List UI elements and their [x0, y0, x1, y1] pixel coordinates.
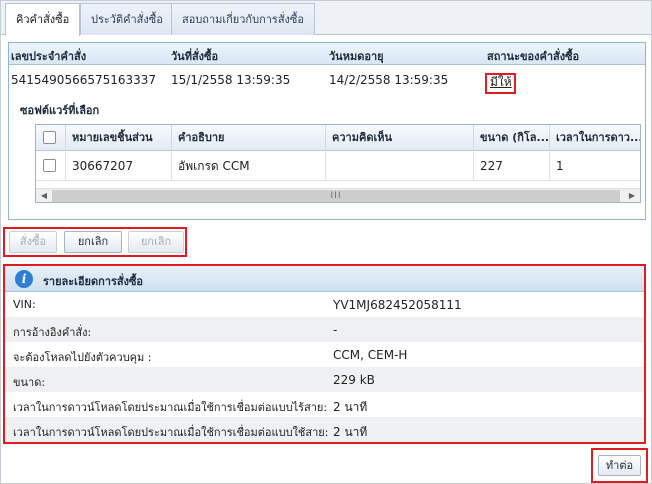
select-all-cell: [36, 125, 66, 151]
continue-button-group: ทำต่อ: [591, 448, 648, 483]
detail-value: 229 kB: [333, 373, 375, 387]
part-number: 30667207: [66, 151, 172, 181]
header-order-date[interactable]: วันที่สั่งซื้อ: [171, 47, 218, 65]
header-order-status[interactable]: สถานะของคำสั่งซื้อ: [487, 47, 579, 65]
order-date: 15/1/2558 13:59:35: [171, 73, 291, 87]
header-size[interactable]: ขนาด (กิโล...: [474, 125, 550, 151]
detail-value: 2 นาที: [333, 400, 368, 414]
header-part-number[interactable]: หมายเลขชิ้นส่วน: [66, 125, 172, 151]
detail-row-wireless-time: เวลาในการดาวน์โหลดโดยประมาณเมื่อใช้การเช…: [5, 392, 644, 417]
scroll-right-icon[interactable]: ▶: [625, 190, 639, 202]
horizontal-scrollbar[interactable]: ◀ III ▶: [36, 188, 640, 202]
tab-order-history[interactable]: ประวัติคำสั่งซื้อ: [80, 3, 174, 35]
order-window: คิวคำสั่งซื้อ ประวัติคำสั่งซื้อ สอบถามเก…: [0, 0, 652, 484]
header-order-id[interactable]: เลขประจำคำสั่ง: [11, 47, 86, 65]
order-details-title: รายละเอียดการสั่งซื้อ: [43, 275, 144, 288]
order-table-header: เลขประจำคำสั่ง วันที่สั่งซื้อ วันหมดอายุ…: [9, 43, 645, 65]
size: 227: [474, 151, 550, 181]
header-expiry-date[interactable]: วันหมดอายุ: [329, 47, 384, 65]
cancel-button[interactable]: ยกเลิก: [64, 231, 122, 253]
tab-order-inquiry[interactable]: สอบถามเกี่ยวกับการสั่งซื้อ: [171, 3, 315, 35]
header-description[interactable]: คำอธิบาย: [172, 125, 326, 151]
detail-label: เวลาในการดาวน์โหลดโดยประมาณเมื่อใช้การเช…: [13, 401, 328, 414]
action-buttons-group: สั่งซื้อ ยกเลิก ยกเลิก: [3, 227, 187, 257]
software-row[interactable]: 30667207 อัพเกรด CCM 227 1: [36, 151, 640, 181]
detail-label: จะต้องโหลดไปยังตัวควบคุม :: [13, 351, 152, 364]
info-icon: i: [15, 270, 33, 288]
tab-bar: คิวคำสั่งซื้อ ประวัติคำสั่งซื้อ สอบถามเก…: [1, 1, 651, 36]
detail-label: การอ้างอิงคำสั่ง:: [13, 326, 92, 339]
order-row[interactable]: 5415490566575163337 15/1/2558 13:59:35 1…: [9, 65, 645, 93]
scroll-thumb[interactable]: III: [52, 190, 620, 202]
row-checkbox[interactable]: [43, 159, 56, 172]
detail-row-controllers: จะต้องโหลดไปยังตัวควบคุม : CCM, CEM-H: [5, 342, 644, 367]
detail-value: YV1MJ682452058111: [333, 298, 462, 312]
detail-row-vin: VIN: YV1MJ682452058111: [5, 292, 644, 317]
expiry-date: 14/2/2558 13:59:35: [329, 73, 449, 87]
order-details-header: i รายละเอียดการสั่งซื้อ: [5, 266, 644, 292]
detail-value: CCM, CEM-H: [333, 348, 408, 362]
cancel-all-button[interactable]: ยกเลิก: [128, 231, 184, 253]
detail-row-size: ขนาด: 229 kB: [5, 367, 644, 392]
detail-label: เวลาในการดาวน์โหลดโดยประมาณเมื่อใช้การเช…: [13, 426, 329, 439]
header-download-time[interactable]: เวลาในการดาว...: [550, 125, 640, 151]
row-select-cell: [36, 151, 66, 181]
download-time: 1: [556, 159, 564, 173]
software-grid-header: หมายเลขชิ้นส่วน คำอธิบาย ความคิดเห็น ขนา…: [36, 125, 640, 151]
tab-order-queue[interactable]: คิวคำสั่งซื้อ: [5, 3, 81, 36]
detail-value: 2 นาที: [333, 425, 368, 439]
header-comment[interactable]: ความคิดเห็น: [326, 125, 474, 151]
comment: [326, 151, 474, 181]
order-id: 5415490566575163337: [11, 73, 157, 87]
detail-label: ขนาด:: [13, 376, 46, 389]
order-button[interactable]: สั่งซื้อ: [9, 231, 57, 253]
order-details-panel: i รายละเอียดการสั่งซื้อ VIN: YV1MJ682452…: [3, 264, 646, 444]
scroll-left-icon[interactable]: ◀: [37, 190, 51, 202]
order-queue-panel: เลขประจำคำสั่ง วันที่สั่งซื้อ วันหมดอายุ…: [8, 42, 646, 220]
detail-row-reference: การอ้างอิงคำสั่ง: -: [5, 317, 644, 342]
select-all-checkbox[interactable]: [43, 131, 56, 144]
detail-label: VIN:: [13, 298, 36, 311]
selected-software-title: ซอฟต์แวร์ที่เลือก: [20, 104, 100, 117]
continue-button[interactable]: ทำต่อ: [598, 455, 641, 476]
selected-software-grid: หมายเลขชิ้นส่วน คำอธิบาย ความคิดเห็น ขนา…: [35, 124, 641, 203]
status-highlight: [485, 73, 516, 94]
description: อัพเกรด CCM: [172, 151, 326, 181]
detail-row-wired-time: เวลาในการดาวน์โหลดโดยประมาณเมื่อใช้การเช…: [5, 417, 644, 442]
detail-value: -: [333, 323, 338, 337]
